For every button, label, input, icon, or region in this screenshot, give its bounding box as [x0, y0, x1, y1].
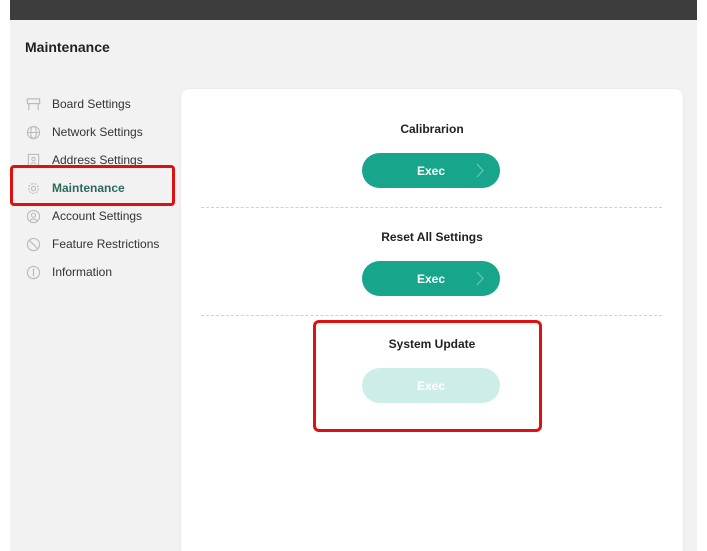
section-title: Calibrarion: [400, 122, 464, 136]
divider: [201, 315, 662, 316]
highlight-box-system-update: [313, 320, 542, 432]
chevron-right-icon: [476, 271, 484, 286]
sidebar-item-account-settings[interactable]: Account Settings: [25, 202, 175, 230]
section-calibration: Calibrarion: [181, 122, 683, 136]
button-label: Exec: [416, 271, 446, 286]
page-title: Maintenance: [25, 39, 110, 55]
globe-icon: [25, 124, 41, 140]
chevron-right-icon: [476, 163, 484, 178]
sidebar-item-label: Board Settings: [52, 97, 131, 111]
sidebar-item-label: Feature Restrictions: [52, 237, 160, 251]
highlight-box-maintenance: [10, 165, 175, 206]
sidebar-item-feature-restrictions[interactable]: Feature Restrictions: [25, 230, 175, 258]
sidebar-item-label: Account Settings: [52, 209, 143, 223]
section-title: Reset All Settings: [381, 230, 483, 244]
top-bar: [10, 0, 697, 20]
sidebar-item-label: Information: [52, 265, 113, 279]
button-label: Exec: [416, 163, 446, 178]
sidebar-item-board-settings[interactable]: Board Settings: [25, 90, 175, 118]
sidebar-item-label: Network Settings: [52, 125, 143, 139]
section-reset-all-settings: Reset All Settings: [181, 230, 683, 244]
user-icon: [25, 208, 41, 224]
board-icon: [25, 96, 41, 112]
prohibited-icon: [25, 236, 41, 252]
reset-all-settings-exec-button[interactable]: Exec: [362, 261, 500, 296]
info-icon: [25, 264, 41, 280]
calibration-exec-button[interactable]: Exec: [362, 153, 500, 188]
sidebar-item-information[interactable]: Information: [25, 258, 175, 286]
sidebar-item-network-settings[interactable]: Network Settings: [25, 118, 175, 146]
divider: [201, 207, 662, 208]
